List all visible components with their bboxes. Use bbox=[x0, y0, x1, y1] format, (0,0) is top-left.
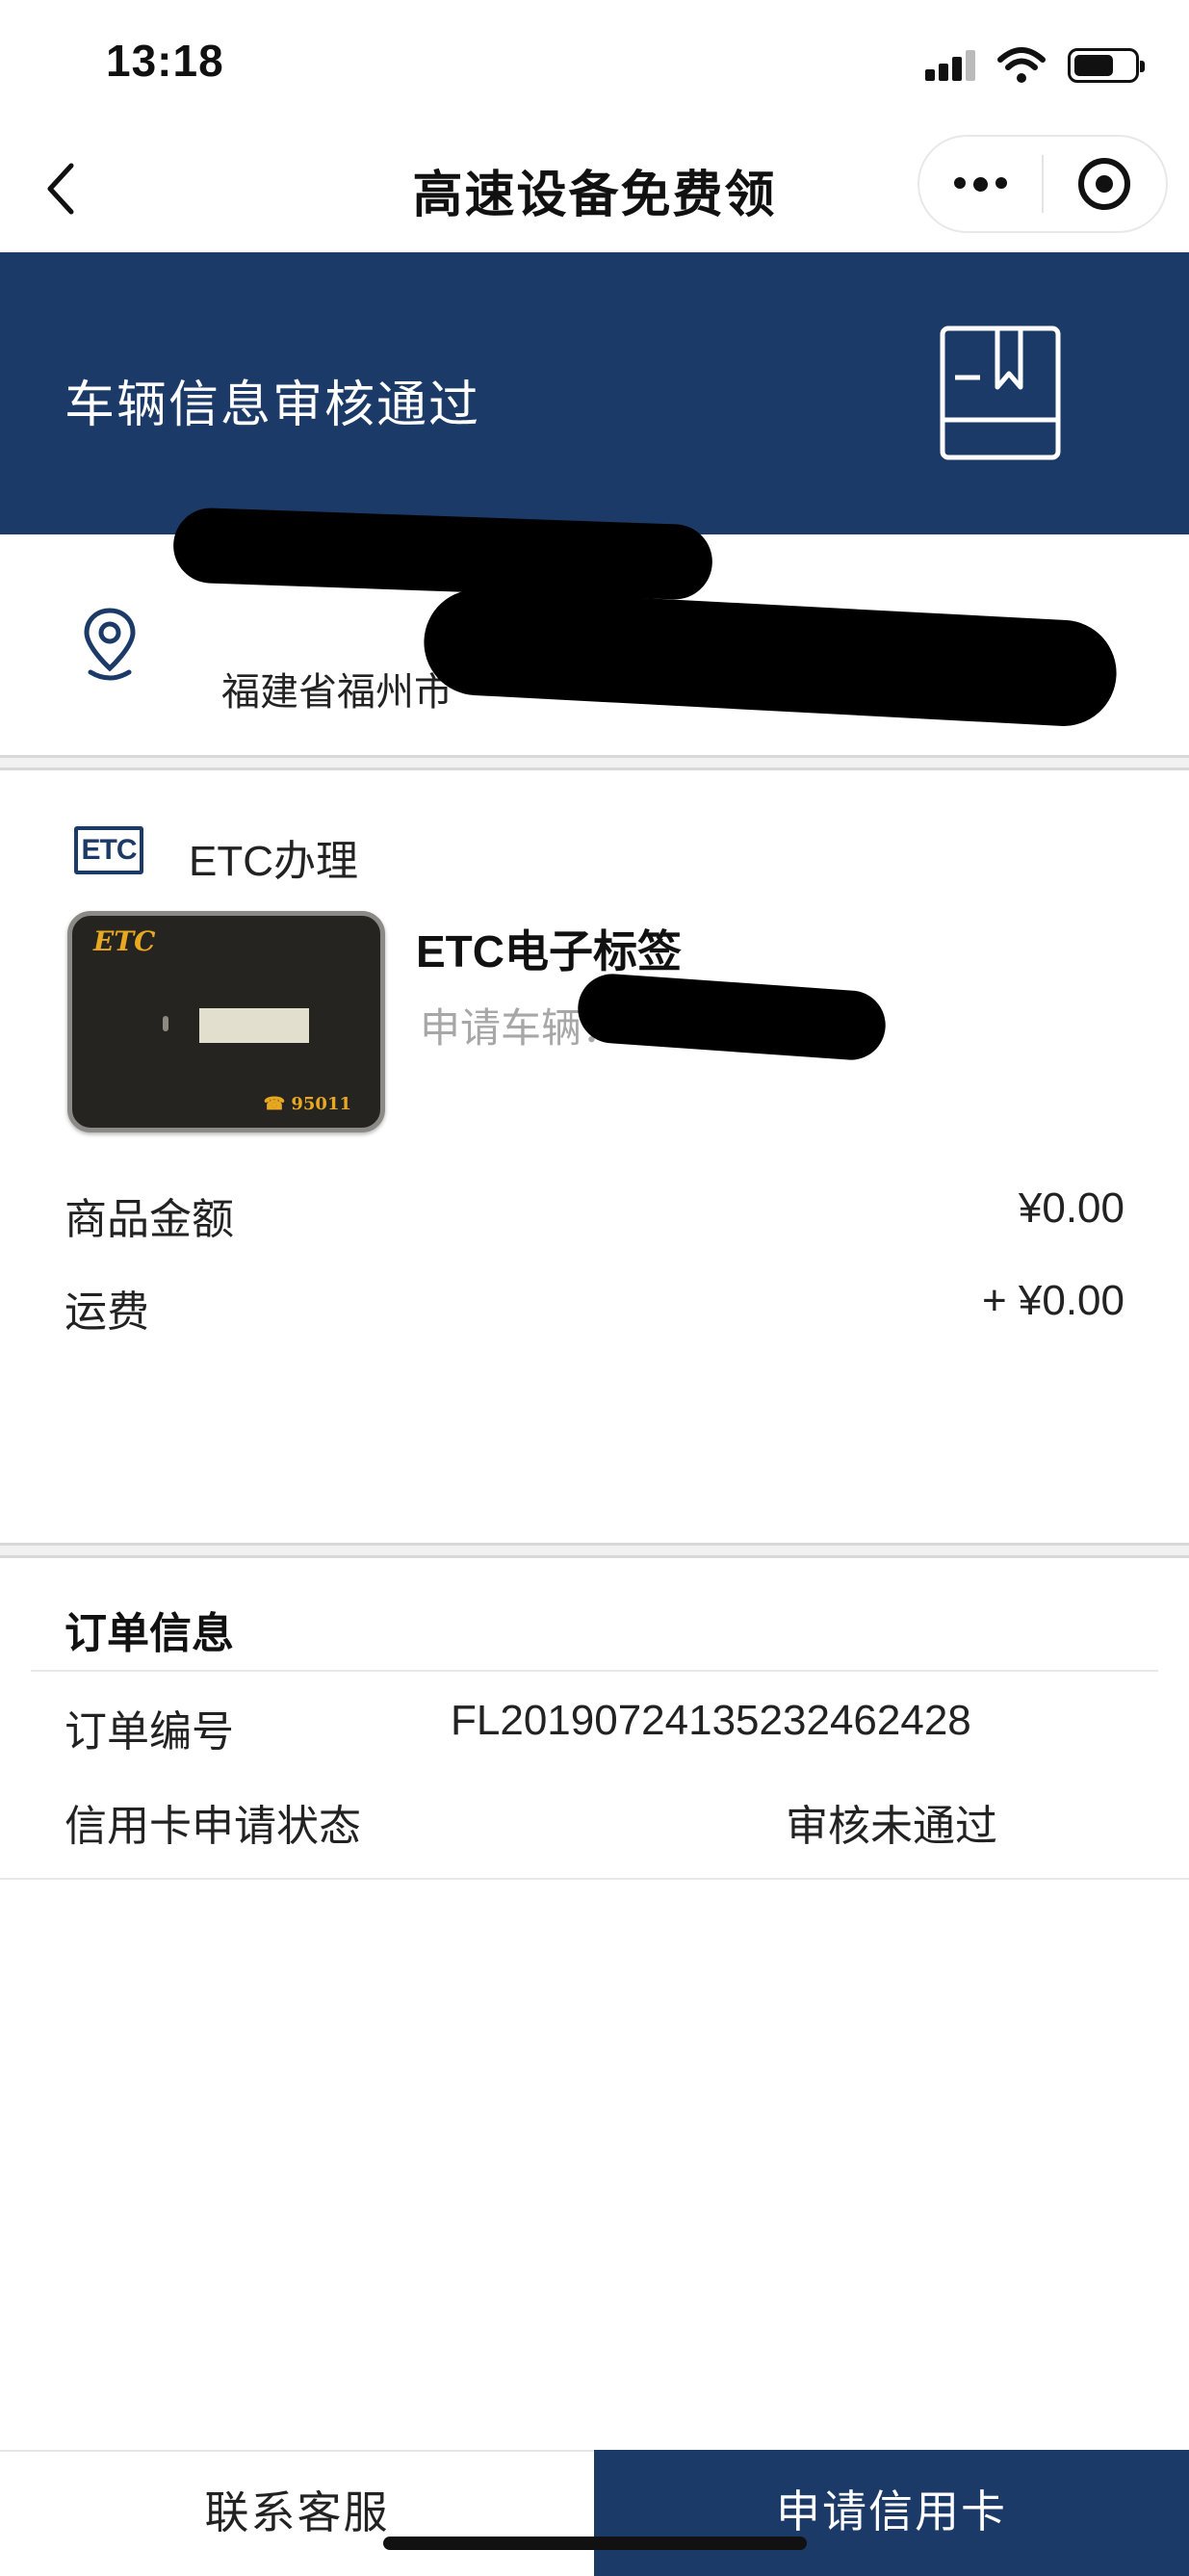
order-number-label: 订单编号 bbox=[65, 1708, 234, 1756]
home-indicator bbox=[383, 2537, 807, 2550]
close-button[interactable] bbox=[1044, 137, 1166, 231]
goods-amount-value: ¥0.00 bbox=[1018, 1184, 1124, 1232]
goods-amount-label: 商品金额 bbox=[65, 1196, 234, 1243]
shipping-label: 运费 bbox=[65, 1288, 149, 1336]
order-title-divider bbox=[31, 1670, 1158, 1672]
redacted-address bbox=[421, 586, 1120, 729]
contact-service-button[interactable]: 联系客服 bbox=[0, 2450, 594, 2576]
order-section-bottom-line bbox=[0, 1878, 1189, 1880]
shipping-value: + ¥0.00 bbox=[981, 1277, 1124, 1324]
battery-icon bbox=[1068, 48, 1145, 83]
signal-icon bbox=[925, 50, 975, 81]
etc-badge-icon: ETC bbox=[74, 826, 143, 874]
product-name: ETC电子标签 bbox=[416, 926, 682, 976]
status-icons bbox=[925, 46, 1145, 85]
etc-card-phone: ☎ 95011 bbox=[263, 1094, 351, 1114]
order-info-title: 订单信息 bbox=[65, 1610, 234, 1657]
redacted-vehicle bbox=[575, 971, 889, 1063]
more-button[interactable] bbox=[919, 137, 1042, 231]
section-divider bbox=[0, 1543, 1189, 1558]
wifi-icon bbox=[997, 47, 1046, 83]
bookmark-book-icon bbox=[940, 325, 1061, 460]
location-pin-icon bbox=[84, 608, 136, 681]
apply-credit-card-button[interactable]: 申请信用卡 bbox=[594, 2450, 1189, 2576]
order-number-value: FL20190724135232462428 bbox=[451, 1697, 971, 1744]
credit-status-value: 审核未通过 bbox=[786, 1803, 997, 1850]
etc-card-logo: ETC bbox=[93, 925, 156, 957]
status-time: 13:18 bbox=[106, 36, 224, 86]
mini-program-capsule bbox=[918, 135, 1168, 233]
section-divider bbox=[0, 755, 1189, 770]
banner-status-text: 车辆信息审核通过 bbox=[65, 377, 481, 433]
address-text: 福建省福州市 bbox=[221, 671, 452, 714]
target-circle-icon bbox=[1078, 158, 1131, 210]
more-dots-icon bbox=[954, 176, 1007, 192]
credit-status-label: 信用卡申请状态 bbox=[65, 1803, 361, 1850]
etc-section-title: ETC办理 bbox=[189, 838, 358, 885]
etc-device-image: ETC ☎ 95011 bbox=[67, 911, 385, 1132]
